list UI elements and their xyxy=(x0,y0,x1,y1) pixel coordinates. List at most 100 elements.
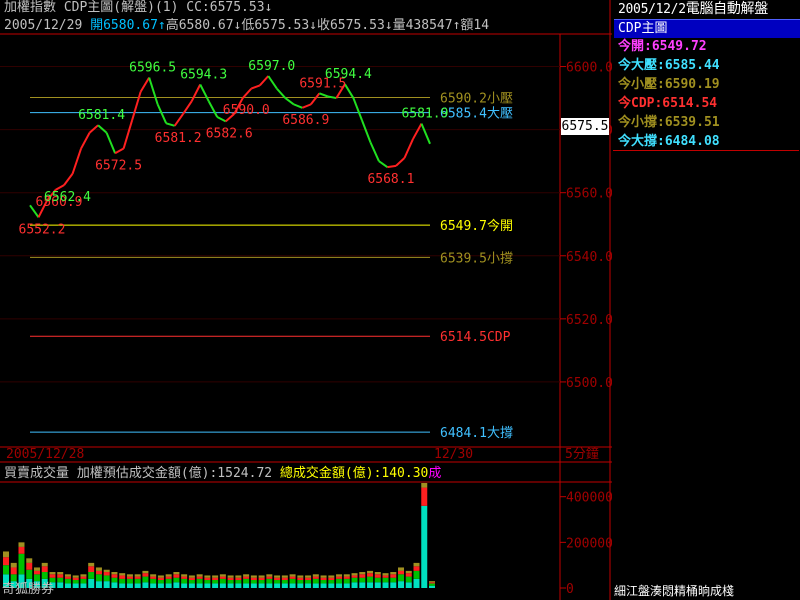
price-segment xyxy=(242,87,253,99)
volume-bar-segment xyxy=(80,576,87,579)
volume-bar-segment xyxy=(173,572,180,575)
volume-bar-segment xyxy=(250,580,257,584)
volume-bar-segment xyxy=(227,575,234,578)
y-tick-label: 6540.0 xyxy=(566,250,612,265)
volume-bar-segment xyxy=(243,578,250,584)
volume-bar-segment xyxy=(26,558,33,563)
volume-bar-segment xyxy=(405,570,412,574)
volume-bar-segment xyxy=(181,583,188,588)
volume-bar-segment xyxy=(188,583,195,588)
volume-bar-segment xyxy=(126,574,133,577)
volume-bar-segment xyxy=(359,574,366,578)
volume-bar-segment xyxy=(429,583,435,586)
volume-tick-label: 0 xyxy=(566,582,574,597)
volume-bar-segment xyxy=(281,580,288,584)
volume-bar-segment xyxy=(173,582,180,588)
right-panel-tab[interactable]: CDP主圖 xyxy=(614,19,800,38)
volume-bar-segment xyxy=(289,574,296,577)
volume-bar-segment xyxy=(413,566,420,571)
volume-bar-segment xyxy=(142,570,149,574)
volume-bar-segment xyxy=(103,569,110,573)
volume-bar-segment xyxy=(258,575,265,578)
volume-bar-segment xyxy=(72,575,79,578)
volume-bar-segment xyxy=(33,567,40,571)
volume-bar-segment xyxy=(80,583,87,588)
volume-bar-segment xyxy=(80,578,87,584)
volume-bar-segment xyxy=(328,575,335,578)
volume-bar-segment xyxy=(359,577,366,583)
volume-bar-segment xyxy=(374,582,381,588)
cdp-level-label: 6585.4大壓 xyxy=(440,107,513,122)
right-panel-row: 今開:6549.72 xyxy=(618,39,707,54)
volume-bar-segment xyxy=(64,578,71,584)
price-segment xyxy=(387,164,397,169)
volume-bar-segment xyxy=(227,577,234,581)
volume-header-c: 成 xyxy=(428,466,442,481)
volume-bar-segment xyxy=(142,582,149,588)
volume-bar-segment xyxy=(343,574,350,577)
volume-bar-segment xyxy=(258,580,265,584)
price-segment xyxy=(190,84,202,102)
volume-bar-segment xyxy=(173,574,180,578)
volume-bar-segment xyxy=(119,578,126,584)
volume-bar-segment xyxy=(367,570,374,574)
volume-bar-segment xyxy=(165,576,172,579)
volume-bar-segment xyxy=(413,578,420,588)
volume-bar-segment xyxy=(134,576,141,579)
volume-bar-segment xyxy=(343,578,350,584)
right-panel-divider xyxy=(613,150,799,151)
price-chart[interactable]: 6590.2小壓6585.4大壓 6549.7今開 6539.5小撐 6514.5CD… xyxy=(0,0,612,600)
volume-bar-segment xyxy=(413,570,420,579)
volume-bar-segment xyxy=(398,570,405,575)
price-annotation: 6590.0 xyxy=(223,103,270,118)
volume-bar-segment xyxy=(243,583,250,588)
volume-bar-segment xyxy=(126,576,133,579)
volume-bar-segment xyxy=(157,577,164,581)
volume-bar-segment xyxy=(390,577,397,583)
right-panel-title: 電腦自動解盤 xyxy=(685,1,769,17)
volume-bar-segment xyxy=(266,578,273,584)
volume-bar-segment xyxy=(367,576,374,583)
volume-bar-segment xyxy=(204,580,211,584)
price-segment xyxy=(352,97,363,121)
right-panel-header: 2005/12/2電腦自動解盤 xyxy=(614,0,800,19)
period-label[interactable]: 5分鐘 xyxy=(565,447,599,462)
volume-bar-segment xyxy=(26,569,33,579)
volume-bar-segment xyxy=(196,583,203,588)
volume-bar-segment xyxy=(297,577,304,581)
price-segment xyxy=(122,119,134,149)
volume-bar-segment xyxy=(219,578,226,584)
volume-bar-segment xyxy=(134,574,141,577)
volume-bar-segment xyxy=(219,576,226,579)
volume-bar-segment xyxy=(390,572,397,575)
price-segment xyxy=(395,157,406,167)
price-segment xyxy=(293,103,303,109)
volume-bar-segment xyxy=(95,581,102,588)
volume-bar-segment xyxy=(320,575,327,578)
volume-bar-segment xyxy=(41,566,48,573)
volume-bar-segment xyxy=(374,577,381,583)
volume-bar-segment xyxy=(429,581,435,583)
volume-bar-segment xyxy=(188,577,195,581)
price-annotation: 6581.4 xyxy=(78,108,125,123)
volume-bar-segment xyxy=(111,577,118,583)
volume-bar-segment xyxy=(281,577,288,581)
right-panel-row: 今小撐:6539.51 xyxy=(618,115,720,130)
volume-bar-segment xyxy=(258,577,265,581)
app-logo-text: 奇狐勝券 xyxy=(2,582,55,597)
volume-tick-label: 400000 xyxy=(566,491,612,506)
volume-bar-segment xyxy=(88,562,95,567)
y-tick-label: 6500.0 xyxy=(566,376,612,391)
volume-bar-segment xyxy=(3,557,9,566)
volume-bar-segment xyxy=(126,583,133,588)
volume-bar-segment xyxy=(119,583,126,588)
volume-bar-segment xyxy=(134,578,141,584)
volume-bar-segment xyxy=(382,582,389,588)
volume-bar-segment xyxy=(119,573,126,576)
volume-bar-segment xyxy=(165,583,172,588)
price-segment xyxy=(403,138,414,159)
volume-bar-segment xyxy=(235,580,242,584)
volume-bar-segment xyxy=(390,582,397,588)
volume-bar-segment xyxy=(274,580,281,584)
volume-bar-segment xyxy=(126,578,133,584)
